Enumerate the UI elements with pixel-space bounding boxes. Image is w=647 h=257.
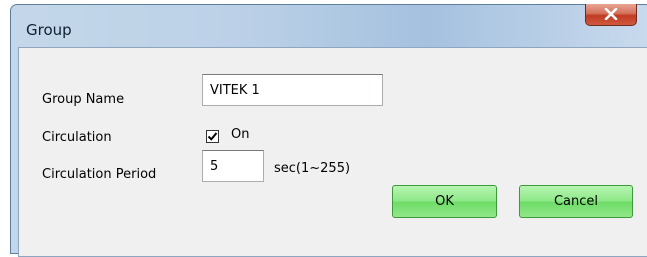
dialog-content: Group Name Circulation On Circulation Pe…: [18, 47, 647, 257]
group-dialog-window: Group Group Name Circulation On Circulat…: [10, 4, 647, 257]
close-icon: [604, 8, 618, 20]
circulation-period-label: Circulation Period: [42, 167, 157, 182]
circulation-period-input[interactable]: [202, 150, 264, 182]
circulation-checkbox[interactable]: [206, 130, 219, 143]
circulation-label: Circulation: [42, 130, 112, 145]
window-title: Group: [26, 21, 72, 39]
ok-button[interactable]: OK: [392, 185, 497, 218]
group-name-input[interactable]: [202, 74, 383, 106]
close-button[interactable]: [585, 4, 637, 26]
title-bar[interactable]: Group: [11, 4, 647, 47]
circulation-on-label[interactable]: On: [231, 127, 249, 142]
circulation-period-unit: sec(1~255): [274, 161, 351, 176]
cancel-button[interactable]: Cancel: [519, 185, 633, 218]
group-name-label: Group Name: [42, 92, 125, 107]
checkmark-icon: [207, 132, 218, 141]
